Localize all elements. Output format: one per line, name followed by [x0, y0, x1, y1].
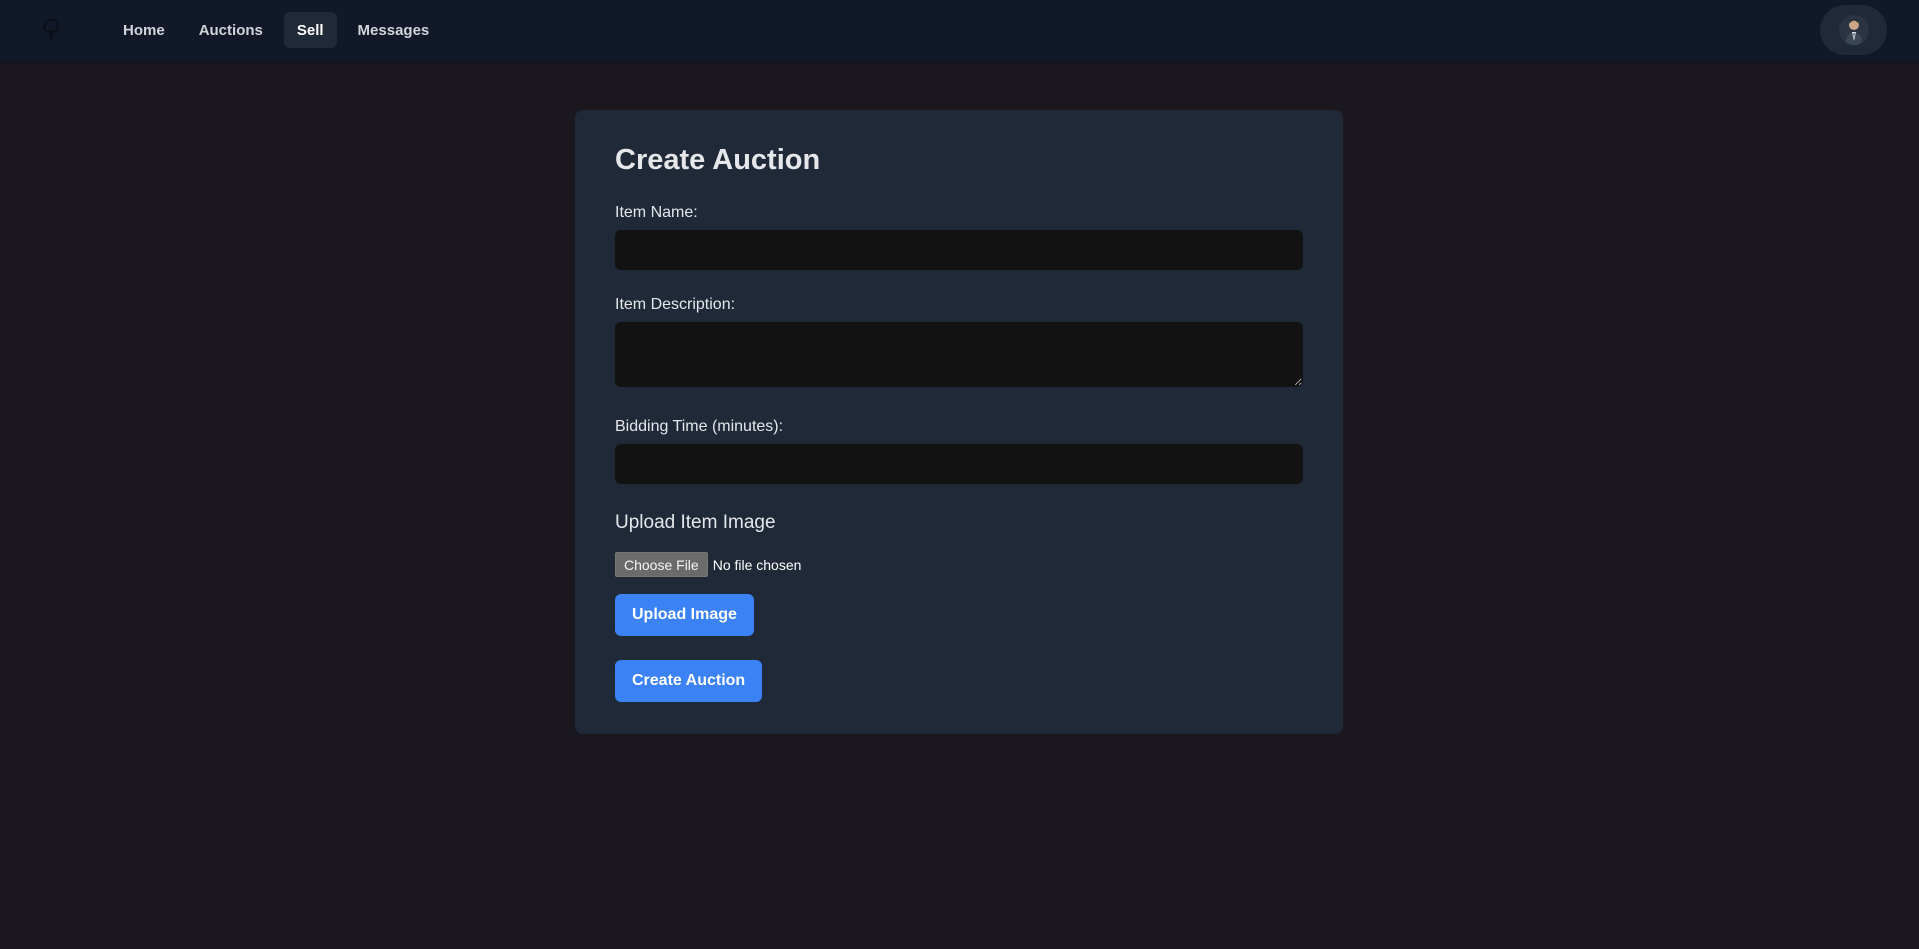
nav-link-home[interactable]: Home — [110, 12, 178, 48]
bidding-time-input[interactable] — [615, 444, 1303, 484]
nav-links: Home Auctions Sell Messages — [110, 12, 442, 48]
create-auction-button[interactable]: Create Auction — [615, 660, 763, 702]
upload-image-button[interactable]: Upload Image — [615, 594, 754, 636]
user-menu-button[interactable] — [1820, 5, 1887, 55]
item-description-textarea[interactable] — [615, 322, 1303, 387]
item-name-input[interactable] — [615, 230, 1303, 270]
nav-link-messages[interactable]: Messages — [345, 12, 443, 48]
nav-link-sell[interactable]: Sell — [283, 12, 337, 48]
create-auction-card: Create Auction Item Name: Item Descripti… — [575, 110, 1343, 734]
choose-file-button[interactable]: Choose File — [615, 552, 708, 577]
avatar — [1838, 15, 1869, 45]
upload-image-heading: Upload Item Image — [615, 512, 776, 533]
file-status-text: No file chosen — [712, 556, 802, 573]
item-description-label: Item Description: — [615, 296, 736, 313]
bidding-time-label: Bidding Time (minutes): — [615, 418, 784, 435]
nav-link-auctions[interactable]: Auctions — [186, 12, 276, 48]
top-navbar: Home Auctions Sell Messages — [0, 0, 1919, 63]
file-picker: Choose File No file chosen — [615, 552, 801, 577]
tree-logo-icon[interactable] — [38, 16, 64, 42]
page-title: Create Auction — [615, 144, 821, 176]
item-name-label: Item Name: — [615, 204, 698, 221]
